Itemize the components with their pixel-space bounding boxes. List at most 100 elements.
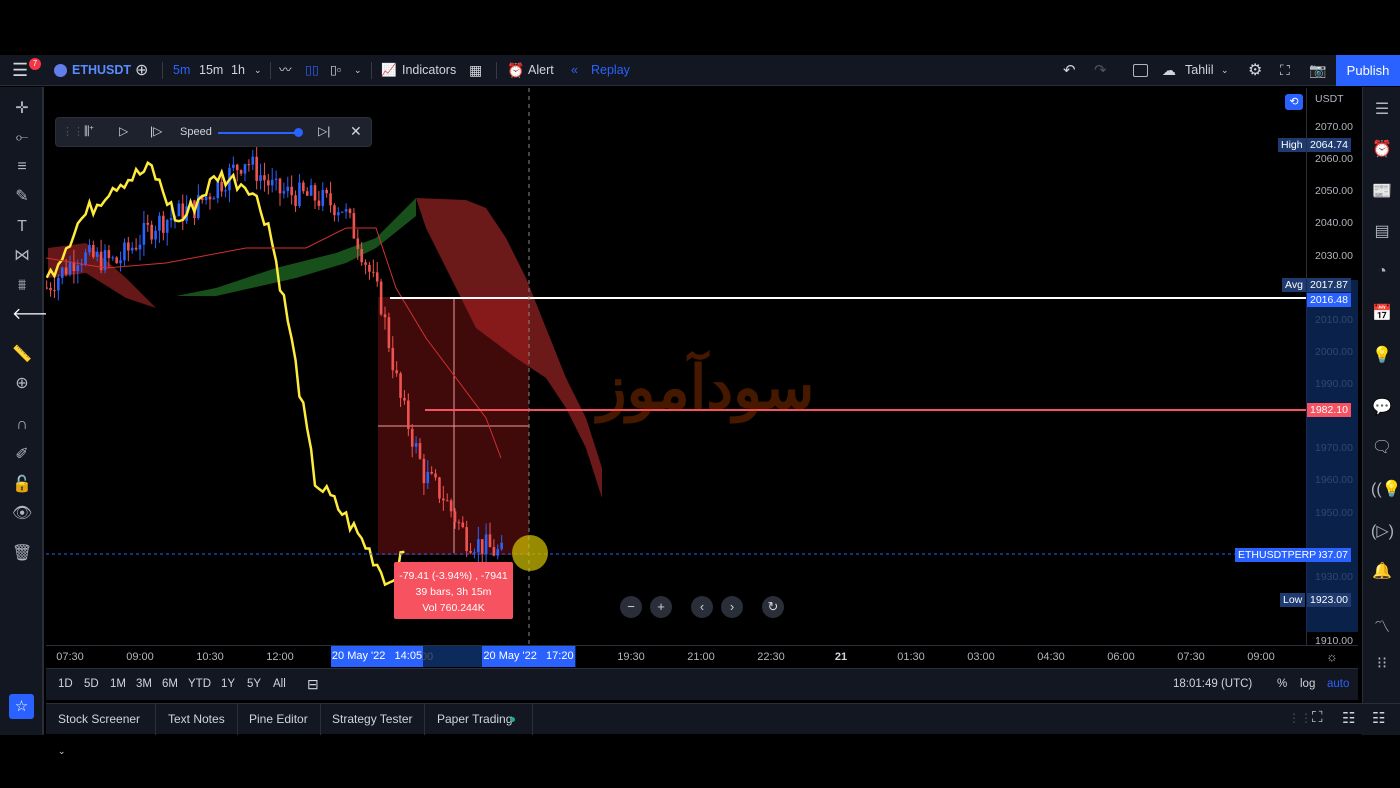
layout-name-button[interactable]: Tahlil	[1185, 55, 1214, 86]
scroll-right-button[interactable]: ›	[721, 596, 743, 618]
zoom-in-icon[interactable]: ⊕	[12, 374, 32, 394]
chat-icon[interactable]: 🗨	[1371, 437, 1393, 459]
drag-handle-icon[interactable]: ⋮⋮	[1288, 711, 1312, 725]
range-5y[interactable]: 5Y	[247, 678, 261, 690]
publish-button[interactable]: Publish	[1336, 55, 1400, 86]
back-arrow-icon[interactable]: 🡐	[12, 305, 55, 325]
indicators-icon[interactable]: 📈	[381, 55, 397, 86]
time-tick: 10:30	[196, 651, 224, 663]
candles-icon[interactable]: ▯▯	[305, 55, 319, 86]
ruler-icon[interactable]: 📏	[12, 345, 32, 365]
chevron-down-icon[interactable]: ⌄	[254, 55, 262, 86]
trend-line-icon[interactable]: ⟜	[12, 128, 32, 148]
range-1y[interactable]: 1Y	[221, 678, 235, 690]
tab-paper-trading[interactable]: Paper Trading	[425, 704, 534, 735]
brush-icon[interactable]: ✎	[12, 187, 32, 207]
chats-icon[interactable]: 💬	[1371, 397, 1393, 419]
news-icon[interactable]: 📰	[1371, 181, 1393, 203]
speed-slider[interactable]	[218, 132, 298, 134]
tab-text-notes[interactable]: Text Notes	[156, 704, 238, 735]
eye-icon[interactable]: 👁	[12, 504, 32, 524]
step-forward-icon[interactable]: |▷	[150, 124, 162, 138]
object-tree-icon[interactable]: ☷	[1372, 709, 1385, 727]
interval-15m[interactable]: 15m	[199, 55, 223, 86]
layout-square-icon[interactable]	[1133, 64, 1148, 77]
more-icon[interactable]: ⁝⁝	[1371, 653, 1393, 675]
interval-1h[interactable]: 1h	[231, 55, 245, 86]
streams-icon[interactable]: ((💡))	[1371, 479, 1400, 501]
watchlist-icon[interactable]: ☰	[1371, 99, 1393, 121]
chevron-down-icon[interactable]: ⌄	[1221, 55, 1229, 86]
percent-toggle[interactable]: %	[1277, 678, 1287, 690]
tab-strategy-tester[interactable]: Strategy Tester	[320, 704, 426, 735]
replay-button[interactable]: Replay	[591, 55, 630, 86]
range-1d[interactable]: 1D	[58, 678, 73, 690]
compare-plus-icon[interactable]: ⊕	[135, 55, 148, 86]
hotlist-icon[interactable]: ◔	[1371, 263, 1393, 285]
calendar-icon[interactable]: 📅	[1371, 303, 1393, 325]
trading-icon[interactable]: 〽	[1371, 613, 1393, 636]
broadcast-icon[interactable]: (▷)	[1371, 521, 1394, 543]
sync-icon[interactable]: ⟲	[1285, 94, 1303, 110]
range-all[interactable]: All	[273, 678, 286, 690]
alarm-clock-icon[interactable]: ⏰	[1371, 139, 1393, 161]
panel-settings-icon[interactable]: ☷	[1342, 709, 1355, 727]
speed-slider-handle[interactable]	[294, 128, 303, 137]
range-5d[interactable]: 5D	[84, 678, 99, 690]
lock-icon[interactable]: 🔓	[12, 475, 32, 495]
fullscreen-icon[interactable]: ⛶	[1280, 55, 1290, 86]
reset-chart-button[interactable]: ↻	[762, 596, 784, 618]
zoom-out-button[interactable]: −	[620, 596, 642, 618]
templates-icon[interactable]: ▦	[469, 55, 482, 86]
maximize-icon[interactable]: ⛶	[1312, 709, 1323, 726]
select-bar-icon[interactable]: ⫼⁺	[84, 124, 94, 139]
range-3m[interactable]: 3M	[136, 678, 152, 690]
camera-icon[interactable]: 📷	[1309, 55, 1326, 86]
pattern-icon[interactable]: ⋈	[12, 246, 32, 266]
undo-icon[interactable]: ↶	[1063, 55, 1076, 86]
trash-icon[interactable]: 🗑	[12, 544, 32, 564]
clock-readout[interactable]: 18:01:49 (UTC)	[1173, 678, 1252, 690]
ideas-lightbulb-icon[interactable]: 💡	[1371, 345, 1393, 367]
symbol-button[interactable]: ETHUSDT	[72, 55, 131, 86]
range-1m[interactable]: 1M	[110, 678, 126, 690]
indicators-button[interactable]: Indicators	[402, 55, 456, 86]
bars-icon[interactable]: ▯▫	[330, 55, 341, 86]
lock-pencil-icon[interactable]: ✐	[12, 445, 32, 465]
interval-5m[interactable]: 5m	[173, 55, 190, 86]
drag-handle-icon[interactable]: ⋮⋮	[62, 125, 84, 138]
chart-canvas[interactable]: سودآموز	[46, 88, 1306, 645]
bell-icon[interactable]: 🔔	[1371, 561, 1393, 583]
rewind-icon[interactable]: «	[571, 55, 578, 86]
auto-toggle[interactable]: auto	[1327, 678, 1349, 690]
date-range-icon[interactable]: ⊟	[307, 676, 319, 693]
currency-selector[interactable]: USDT	[1315, 93, 1344, 105]
menu-icon[interactable]: ☰	[12, 55, 28, 86]
alert-button[interactable]: Alert	[528, 55, 554, 86]
scroll-left-button[interactable]: ‹	[691, 596, 713, 618]
crosshair-icon[interactable]: ✛	[12, 99, 32, 119]
settings-sun-icon[interactable]: ☼	[1326, 649, 1338, 664]
play-icon[interactable]: ▷	[119, 124, 128, 138]
text-icon[interactable]: T	[12, 217, 32, 237]
gear-icon[interactable]: ⚙	[1248, 55, 1262, 86]
log-toggle[interactable]: log	[1300, 678, 1315, 690]
redo-icon[interactable]: ↷	[1094, 55, 1107, 86]
magnet-icon[interactable]: ∩	[12, 415, 32, 435]
jump-to-realtime-icon[interactable]: ▷|	[318, 124, 330, 138]
time-axis[interactable]: 07:30 09:00 10:30 12:00 19:30 21:00 22:30 21 01:…	[46, 645, 1358, 667]
favorites-star-icon[interactable]: ☆	[9, 694, 34, 719]
cloud-icon[interactable]: ☁	[1162, 55, 1176, 86]
tab-stock-screener[interactable]: Stock Screener ⌄	[46, 704, 156, 756]
horizontal-lines-icon[interactable]: ≡	[12, 157, 32, 177]
line-chart-icon[interactable]: 〰	[279, 55, 292, 86]
chevron-down-icon[interactable]: ⌄	[354, 55, 362, 86]
zoom-in-button[interactable]: +	[650, 596, 672, 618]
data-window-icon[interactable]: ▤	[1371, 221, 1393, 243]
prediction-icon[interactable]: ⩩	[12, 276, 32, 296]
alarm-icon[interactable]: ⏰	[507, 55, 524, 86]
tab-pine-editor[interactable]: Pine Editor	[237, 704, 321, 735]
range-ytd[interactable]: YTD	[188, 678, 211, 690]
range-6m[interactable]: 6M	[162, 678, 178, 690]
close-icon[interactable]: ✕	[350, 123, 362, 140]
